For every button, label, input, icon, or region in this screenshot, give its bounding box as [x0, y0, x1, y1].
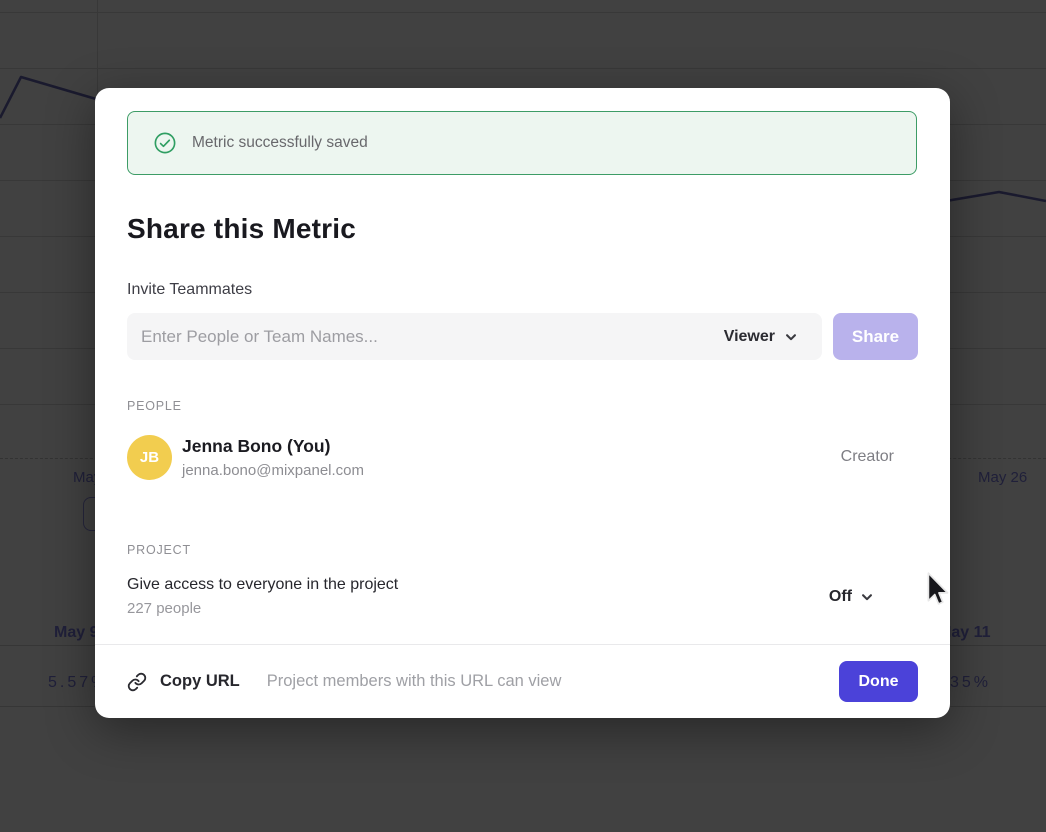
- project-access-title: Give access to everyone in the project: [127, 576, 829, 594]
- role-dropdown-value: Viewer: [724, 328, 775, 346]
- avatar: JB: [127, 435, 172, 480]
- project-section-heading: PROJECT: [127, 543, 191, 557]
- person-role-label: Creator: [841, 448, 894, 466]
- project-access-meta: Give access to everyone in the project 2…: [127, 576, 829, 617]
- link-icon: [127, 672, 147, 692]
- copy-url-label: Copy URL: [160, 672, 240, 691]
- person-meta: Jenna Bono (You) jenna.bono@mixpanel.com: [182, 436, 841, 479]
- success-banner: Metric successfully saved: [127, 111, 917, 175]
- role-dropdown[interactable]: Viewer: [718, 324, 804, 350]
- project-access-dropdown[interactable]: Off: [829, 588, 874, 606]
- done-button[interactable]: Done: [839, 661, 918, 702]
- invite-people-input[interactable]: [141, 327, 718, 347]
- table-value-cell: 35%: [950, 674, 991, 692]
- dialog-title: Share this Metric: [127, 213, 356, 245]
- chevron-down-icon: [860, 590, 874, 604]
- invite-input-container: Viewer: [127, 313, 822, 360]
- copy-url-button[interactable]: Copy URL: [127, 672, 240, 692]
- invite-teammates-label: Invite Teammates: [127, 281, 252, 299]
- x-axis-label-right: May 26: [978, 469, 1027, 486]
- arrow-cursor-icon: [926, 572, 950, 608]
- project-access-value: Off: [829, 588, 852, 606]
- person-row: JB Jenna Bono (You) jenna.bono@mixpanel.…: [127, 434, 918, 480]
- invite-row: Viewer Share: [127, 313, 918, 360]
- project-access-subtitle: 227 people: [127, 600, 829, 617]
- project-access-row: Give access to everyone in the project 2…: [127, 576, 918, 617]
- chevron-down-icon: [784, 330, 798, 344]
- check-circle-icon: [154, 132, 176, 154]
- people-section-heading: PEOPLE: [127, 399, 182, 413]
- person-name: Jenna Bono (You): [182, 436, 841, 457]
- dialog-footer: Copy URL Project members with this URL c…: [95, 645, 950, 718]
- share-button[interactable]: Share: [833, 313, 918, 360]
- table-date-cell: May 9: [54, 624, 98, 642]
- success-banner-message: Metric successfully saved: [192, 134, 368, 152]
- footer-helper-text: Project members with this URL can view: [267, 672, 839, 691]
- person-email: jenna.bono@mixpanel.com: [182, 462, 841, 479]
- share-metric-dialog: Metric successfully saved Share this Met…: [95, 88, 950, 718]
